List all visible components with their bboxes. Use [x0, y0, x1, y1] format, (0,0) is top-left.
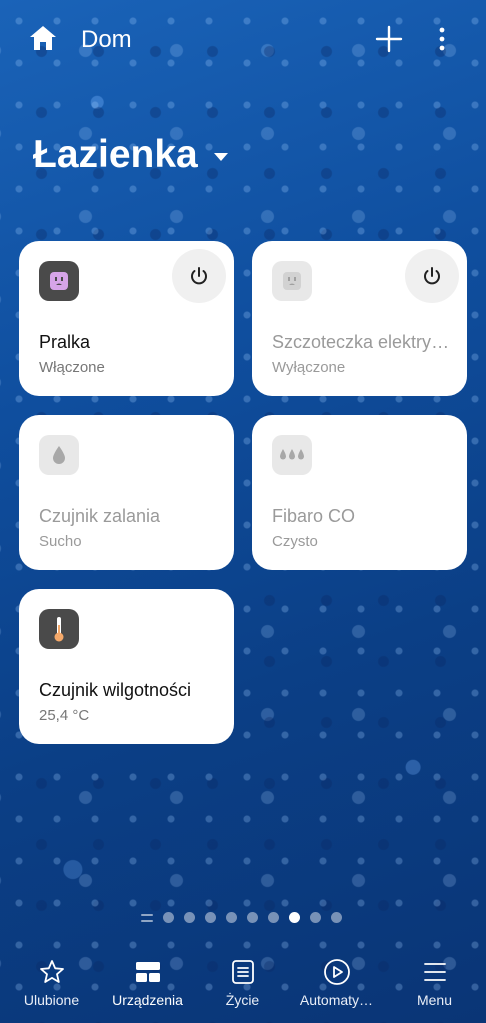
room-selector[interactable]: Łazienka	[33, 133, 228, 177]
star-icon	[3, 956, 100, 988]
device-name: Pralka	[39, 332, 91, 352]
pager-dot[interactable]	[247, 912, 258, 923]
nav-label: Ulubione	[23, 992, 80, 1008]
nav-item-urzadzenia[interactable]: Urządzenia	[99, 950, 196, 1008]
nav-label: Urządzenia	[112, 992, 183, 1008]
home-icon[interactable]	[29, 25, 57, 51]
nav-label: Automaty…	[299, 992, 374, 1008]
device-card-pralka[interactable]: Pralka Włączone	[19, 241, 234, 396]
nav-label: Życie	[225, 992, 260, 1008]
device-card-czujnik-wilgotnosci[interactable]: Czujnik wilgotności 25,4 °C	[19, 589, 234, 744]
add-button[interactable]	[374, 24, 404, 54]
pager-dot[interactable]	[331, 912, 342, 923]
nav-item-menu[interactable]: Menu	[386, 950, 483, 1008]
triple-drop-icon	[272, 435, 312, 475]
chevron-down-icon	[213, 153, 228, 161]
thermometer-icon	[39, 609, 79, 649]
device-status: Włączone	[39, 359, 105, 376]
top-bar: Dom	[0, 0, 486, 78]
device-status: Czysto	[272, 533, 318, 550]
power-icon	[424, 267, 440, 285]
pager-dot[interactable]	[205, 912, 216, 923]
life-icon	[194, 956, 291, 988]
pager-dot[interactable]	[226, 912, 237, 923]
device-status: 25,4 °C	[39, 707, 90, 724]
device-status: Wyłączone	[272, 359, 346, 376]
device-status: Sucho	[39, 533, 82, 550]
nav-item-ulubione[interactable]: Ulubione	[3, 950, 100, 1008]
pager-dot[interactable]	[310, 912, 321, 923]
power-icon	[191, 267, 207, 285]
page-indicator	[141, 912, 342, 923]
device-name: Czujnik zalania	[39, 506, 161, 526]
device-name: Szczoteczka elektryczna	[272, 332, 452, 352]
pager-dot-active[interactable]	[289, 912, 300, 923]
pager-dot[interactable]	[268, 912, 279, 923]
nav-item-zycie[interactable]: Życie	[194, 950, 291, 1008]
bottom-navigation: Ulubione Urządzenia Życie Automaty… Menu	[0, 950, 486, 1023]
hamburger-icon	[386, 956, 483, 988]
device-card-czujnik-zalania[interactable]: Czujnik zalania Sucho	[19, 415, 234, 570]
home-title[interactable]: Dom	[81, 26, 132, 54]
power-button[interactable]	[405, 249, 459, 303]
nav-label: Menu	[416, 992, 453, 1008]
outlet-icon	[272, 261, 312, 301]
nav-item-automatyzacje[interactable]: Automaty…	[288, 950, 385, 1008]
pager-handle-icon[interactable]	[141, 913, 153, 922]
device-card-fibaro-co[interactable]: Fibaro CO Czysto	[252, 415, 467, 570]
device-card-szczoteczka[interactable]: Szczoteczka elektryczna Wyłączone	[252, 241, 467, 396]
pager-dot[interactable]	[184, 912, 195, 923]
pager-dot[interactable]	[163, 912, 174, 923]
water-drop-icon	[39, 435, 79, 475]
outlet-icon	[39, 261, 79, 301]
device-name: Fibaro CO	[272, 506, 356, 526]
devices-grid-icon	[99, 956, 196, 988]
play-circle-icon	[288, 956, 385, 988]
more-options-icon[interactable]	[432, 24, 452, 54]
room-name: Łazienka	[33, 133, 198, 176]
power-button[interactable]	[172, 249, 226, 303]
device-name: Czujnik wilgotności	[39, 680, 192, 700]
